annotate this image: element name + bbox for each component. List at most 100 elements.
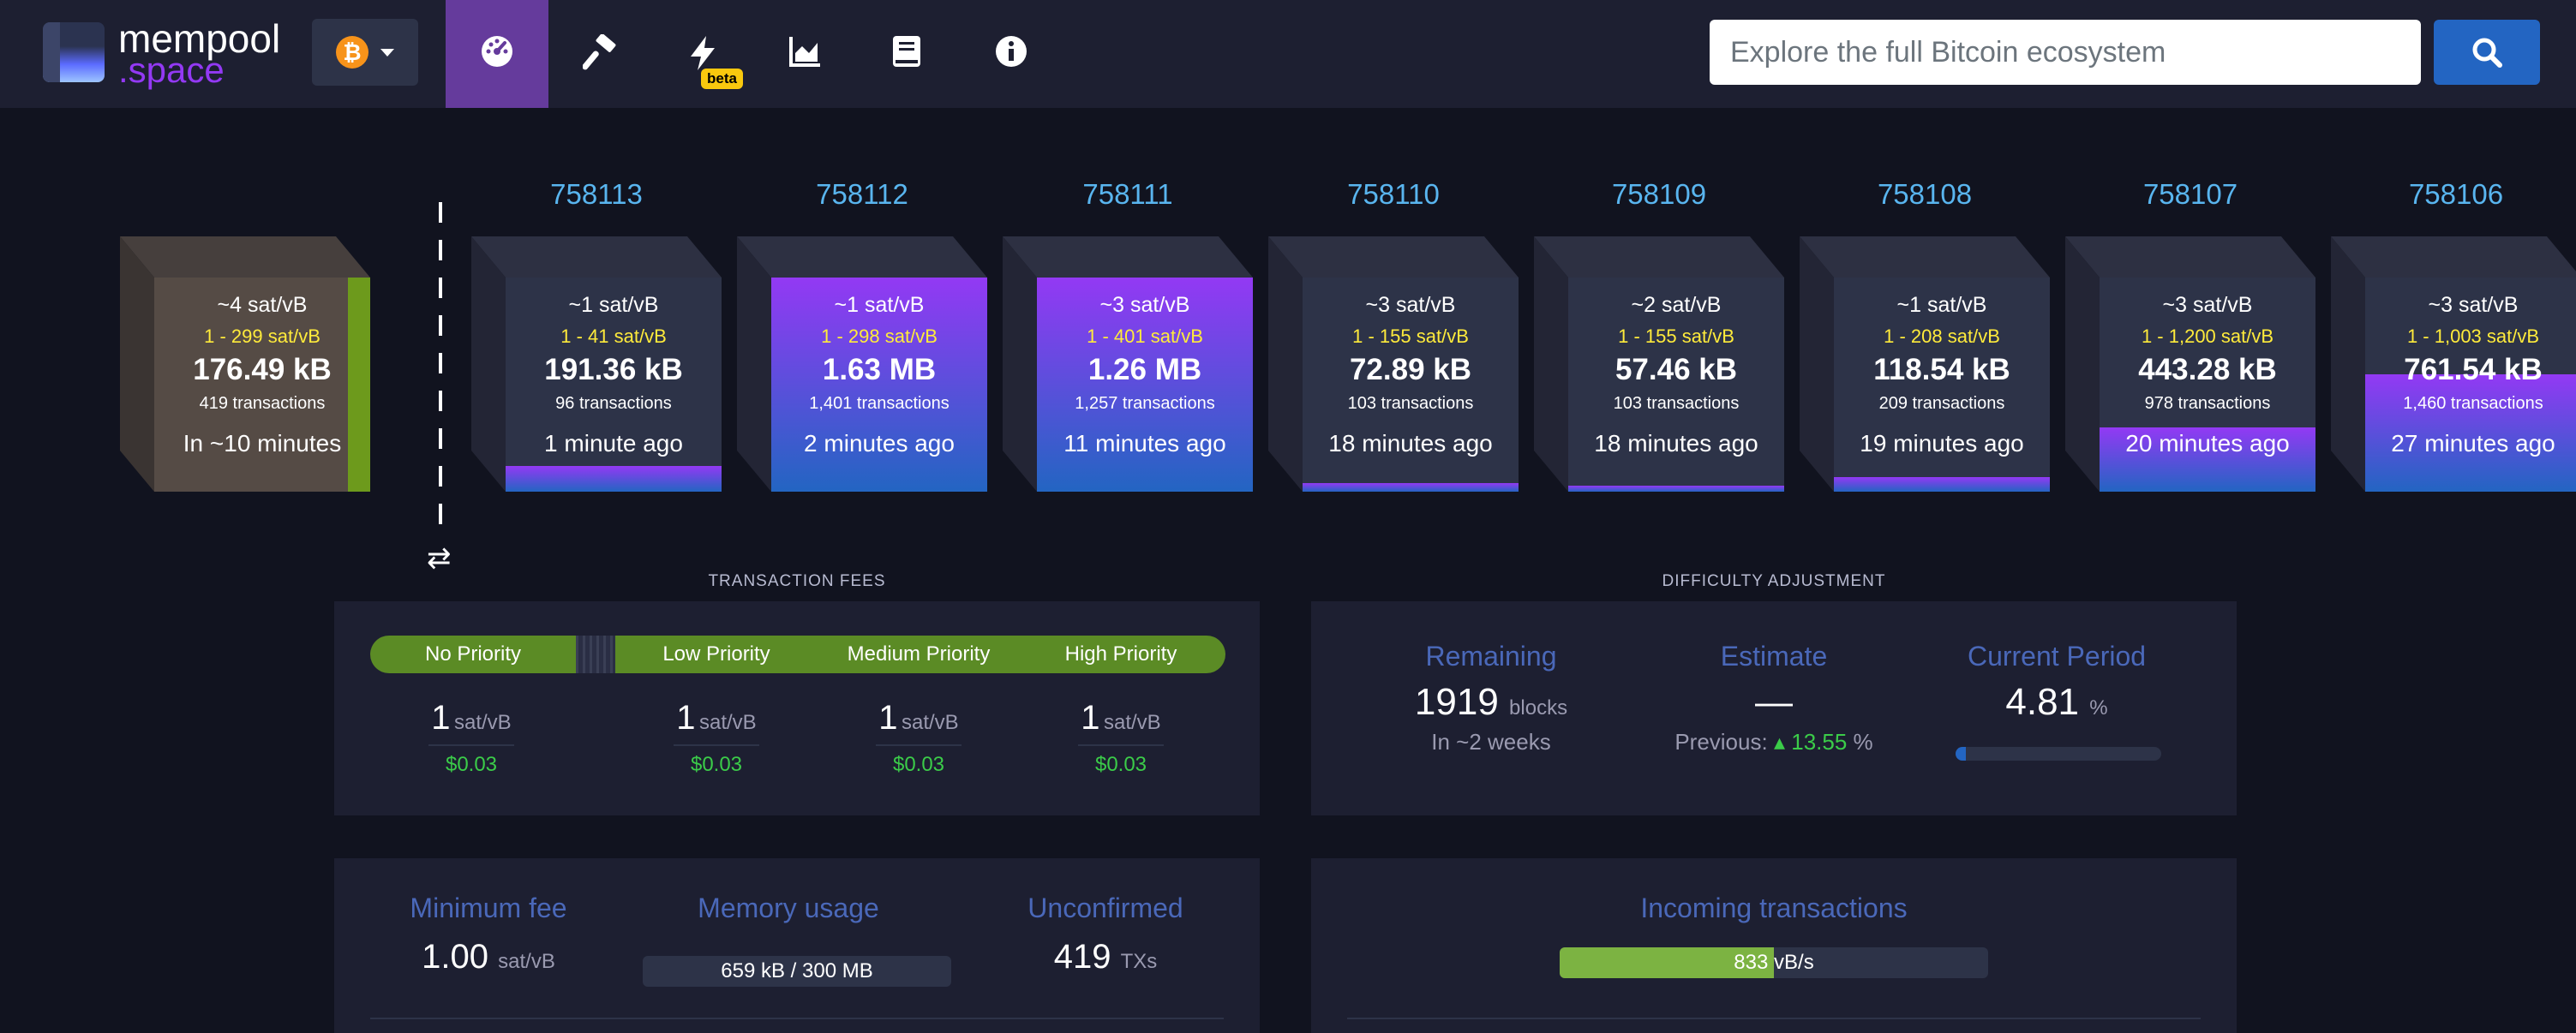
block-size: 443.28 kB xyxy=(2138,353,2277,386)
difficulty-estimate: Estimate — Previous: ▴ 13.55 % xyxy=(1674,641,1873,755)
fee-medium-priority: 1 sat/vB $0.03 xyxy=(833,699,1004,777)
block-size: 1.26 MB xyxy=(1087,353,1202,386)
fee-label-no-priority: No Priority xyxy=(370,636,576,673)
block-height-link[interactable]: 758112 xyxy=(776,178,948,211)
navbar: mempool .space ₿ beta xyxy=(0,0,2576,108)
block-fill xyxy=(1568,485,1784,492)
block-size: 57.46 kB xyxy=(1614,353,1738,386)
block-tx-count: 103 transactions xyxy=(1347,394,1474,413)
nav-mining[interactable] xyxy=(548,0,651,108)
swap-direction-icon[interactable]: ⇄ xyxy=(427,541,452,576)
block-size: 191.36 kB xyxy=(544,353,683,386)
block-median-fee: ~1 sat/vB xyxy=(1896,293,1987,317)
block-median-fee: ~3 sat/vB xyxy=(1099,293,1190,317)
incoming-rate-unit: vB/s xyxy=(1774,951,1814,974)
block-size: 1.63 MB xyxy=(822,353,937,386)
block-size: 118.54 kB xyxy=(1873,353,2010,386)
search-button[interactable] xyxy=(2434,20,2540,85)
mempool-stats-panel: Minimum fee 1.00 sat/vB Memory usage 659… xyxy=(334,858,1260,1033)
nav-docs[interactable] xyxy=(857,0,960,108)
block-fill xyxy=(1303,483,1519,492)
block-cube[interactable]: ~1 sat/vB 1 - 208 sat/vB 118.54 kB 209 tran… xyxy=(1800,236,2050,492)
fee-label-high-priority: High Priority xyxy=(1064,642,1177,666)
network-selector-button[interactable]: ₿ xyxy=(312,19,418,86)
block-fee-range: 1 - 1,200 sat/vB xyxy=(2141,325,2274,347)
block-cube[interactable]: ~2 sat/vB 1 - 155 sat/vB 57.46 kB 103 trans… xyxy=(1534,236,1784,492)
fee-low-priority: 1 sat/vB $0.03 xyxy=(631,699,802,777)
block-eta: In ~10 minutes xyxy=(183,430,342,457)
difficulty-period-progress-fill xyxy=(1956,747,1966,761)
transaction-fees-title: TRANSACTION FEES xyxy=(708,572,886,590)
block-size: 176.49 kB xyxy=(193,353,332,386)
block-fee-range: 1 - 41 sat/vB xyxy=(560,325,667,347)
beta-badge: beta xyxy=(701,69,743,89)
block-cube[interactable]: ~3 sat/vB 1 - 155 sat/vB 72.89 kB 103 trans… xyxy=(1268,236,1519,492)
block-size: 761.54 kB xyxy=(2404,353,2543,386)
block-fee-range: 1 - 298 sat/vB xyxy=(821,325,938,347)
block-fee-range: 1 - 1,003 sat/vB xyxy=(2406,325,2540,347)
block-fill xyxy=(1834,476,2050,492)
block-fee-range: 1 - 401 sat/vB xyxy=(1087,325,1203,347)
block-tx-count: 419 transactions xyxy=(199,394,326,413)
nav-about[interactable] xyxy=(960,0,1063,108)
block-cube[interactable]: ~3 sat/vB 1 - 401 sat/vB 1.26 MB 1,257 tran… xyxy=(1003,236,1253,492)
minimum-fee: Minimum fee 1.00 sat/vB xyxy=(410,893,567,976)
block-median-fee: ~4 sat/vB xyxy=(217,293,308,317)
block-median-fee: ~2 sat/vB xyxy=(1631,293,1722,317)
block-time: 27 minutes ago xyxy=(2391,430,2555,457)
block-fee-range: 1 - 208 sat/vB xyxy=(1884,325,2000,347)
gauge-icon xyxy=(482,36,512,67)
block-time: 18 minutes ago xyxy=(1594,430,1758,457)
memory-usage-bar: 659 kB / 300 MB xyxy=(643,956,951,987)
info-icon xyxy=(996,36,1027,67)
block-median-fee: ~3 sat/vB xyxy=(1365,293,1456,317)
incoming-rate-value: 833 xyxy=(1734,951,1769,974)
block-cube[interactable]: ~1 sat/vB 1 - 298 sat/vB 1.63 MB 1,401 tran… xyxy=(737,236,987,492)
block-fill xyxy=(506,466,722,492)
block-height-link[interactable]: 758111 xyxy=(1042,178,1213,211)
block-time: 2 minutes ago xyxy=(804,430,955,457)
block-tx-count: 96 transactions xyxy=(555,394,672,413)
area-chart-icon xyxy=(789,37,820,67)
difficulty-period-progress xyxy=(1956,747,2161,761)
block-tx-count: 103 transactions xyxy=(1613,394,1740,413)
block-height-link[interactable]: 758107 xyxy=(2105,178,2276,211)
block-median-fee: ~1 sat/vB xyxy=(568,293,659,317)
block-cube[interactable]: ~1 sat/vB 1 - 41 sat/vB 191.36 kB 96 transa… xyxy=(471,236,722,492)
logo-text-space: .space xyxy=(118,50,225,90)
block-height-link[interactable]: 758110 xyxy=(1308,178,1479,211)
fee-priority-bar: No Priority Low Priority Medium Priority… xyxy=(370,636,1225,673)
block-time: 1 minute ago xyxy=(544,430,683,457)
block-height-link[interactable]: 758109 xyxy=(1573,178,1745,211)
difficulty-adjustment-panel: Remaining 1919 blocks In ~2 weeks Estima… xyxy=(1311,601,2237,815)
nav-dashboard[interactable] xyxy=(446,0,548,108)
block-tx-count: 978 transactions xyxy=(2144,394,2271,413)
block-median-fee: ~3 sat/vB xyxy=(2428,293,2519,317)
search-icon xyxy=(2472,38,2502,68)
hammer-icon xyxy=(583,34,616,70)
block-size: 72.89 kB xyxy=(1349,353,1472,386)
block-tx-count: 1,401 transactions xyxy=(809,394,950,413)
unconfirmed-count: Unconfirmed 419 TXs xyxy=(1027,893,1183,976)
block-height-link[interactable]: 758113 xyxy=(511,178,682,211)
mempool-logo[interactable]: mempool .space xyxy=(43,16,300,90)
fee-label-medium-priority: Medium Priority xyxy=(847,642,991,666)
logo-mark-icon xyxy=(43,22,105,82)
block-cube[interactable]: ~3 sat/vB 1 - 1,003 sat/vB 761.54 kB 1,460 … xyxy=(2331,236,2576,492)
block-fee-range: 1 - 155 sat/vB xyxy=(1352,325,1469,347)
mempool-block[interactable]: ~4 sat/vB 1 - 299 sat/vB 176.49 kB 419 t… xyxy=(120,236,370,492)
block-time: 18 minutes ago xyxy=(1328,430,1493,457)
block-fee-range: 1 - 299 sat/vB xyxy=(204,325,321,347)
mempool-chain-divider xyxy=(439,202,442,536)
nav-lightning[interactable]: beta xyxy=(651,0,754,108)
bitcoin-icon: ₿ xyxy=(336,36,368,69)
block-height-link[interactable]: 758106 xyxy=(2370,178,2542,211)
block-time: 20 minutes ago xyxy=(2125,430,2290,457)
block-cube[interactable]: ~3 sat/vB 1 - 1,200 sat/vB 443.28 kB 978 tr… xyxy=(2065,236,2315,492)
search-input[interactable] xyxy=(1710,20,2421,85)
block-fee-range: 1 - 155 sat/vB xyxy=(1618,325,1734,347)
nav-graphs[interactable] xyxy=(754,0,857,108)
transaction-fees-panel: No Priority Low Priority Medium Priority… xyxy=(334,601,1260,815)
difficulty-remaining: Remaining 1919 blocks In ~2 weeks xyxy=(1414,641,1568,755)
block-height-link[interactable]: 758108 xyxy=(1839,178,2010,211)
